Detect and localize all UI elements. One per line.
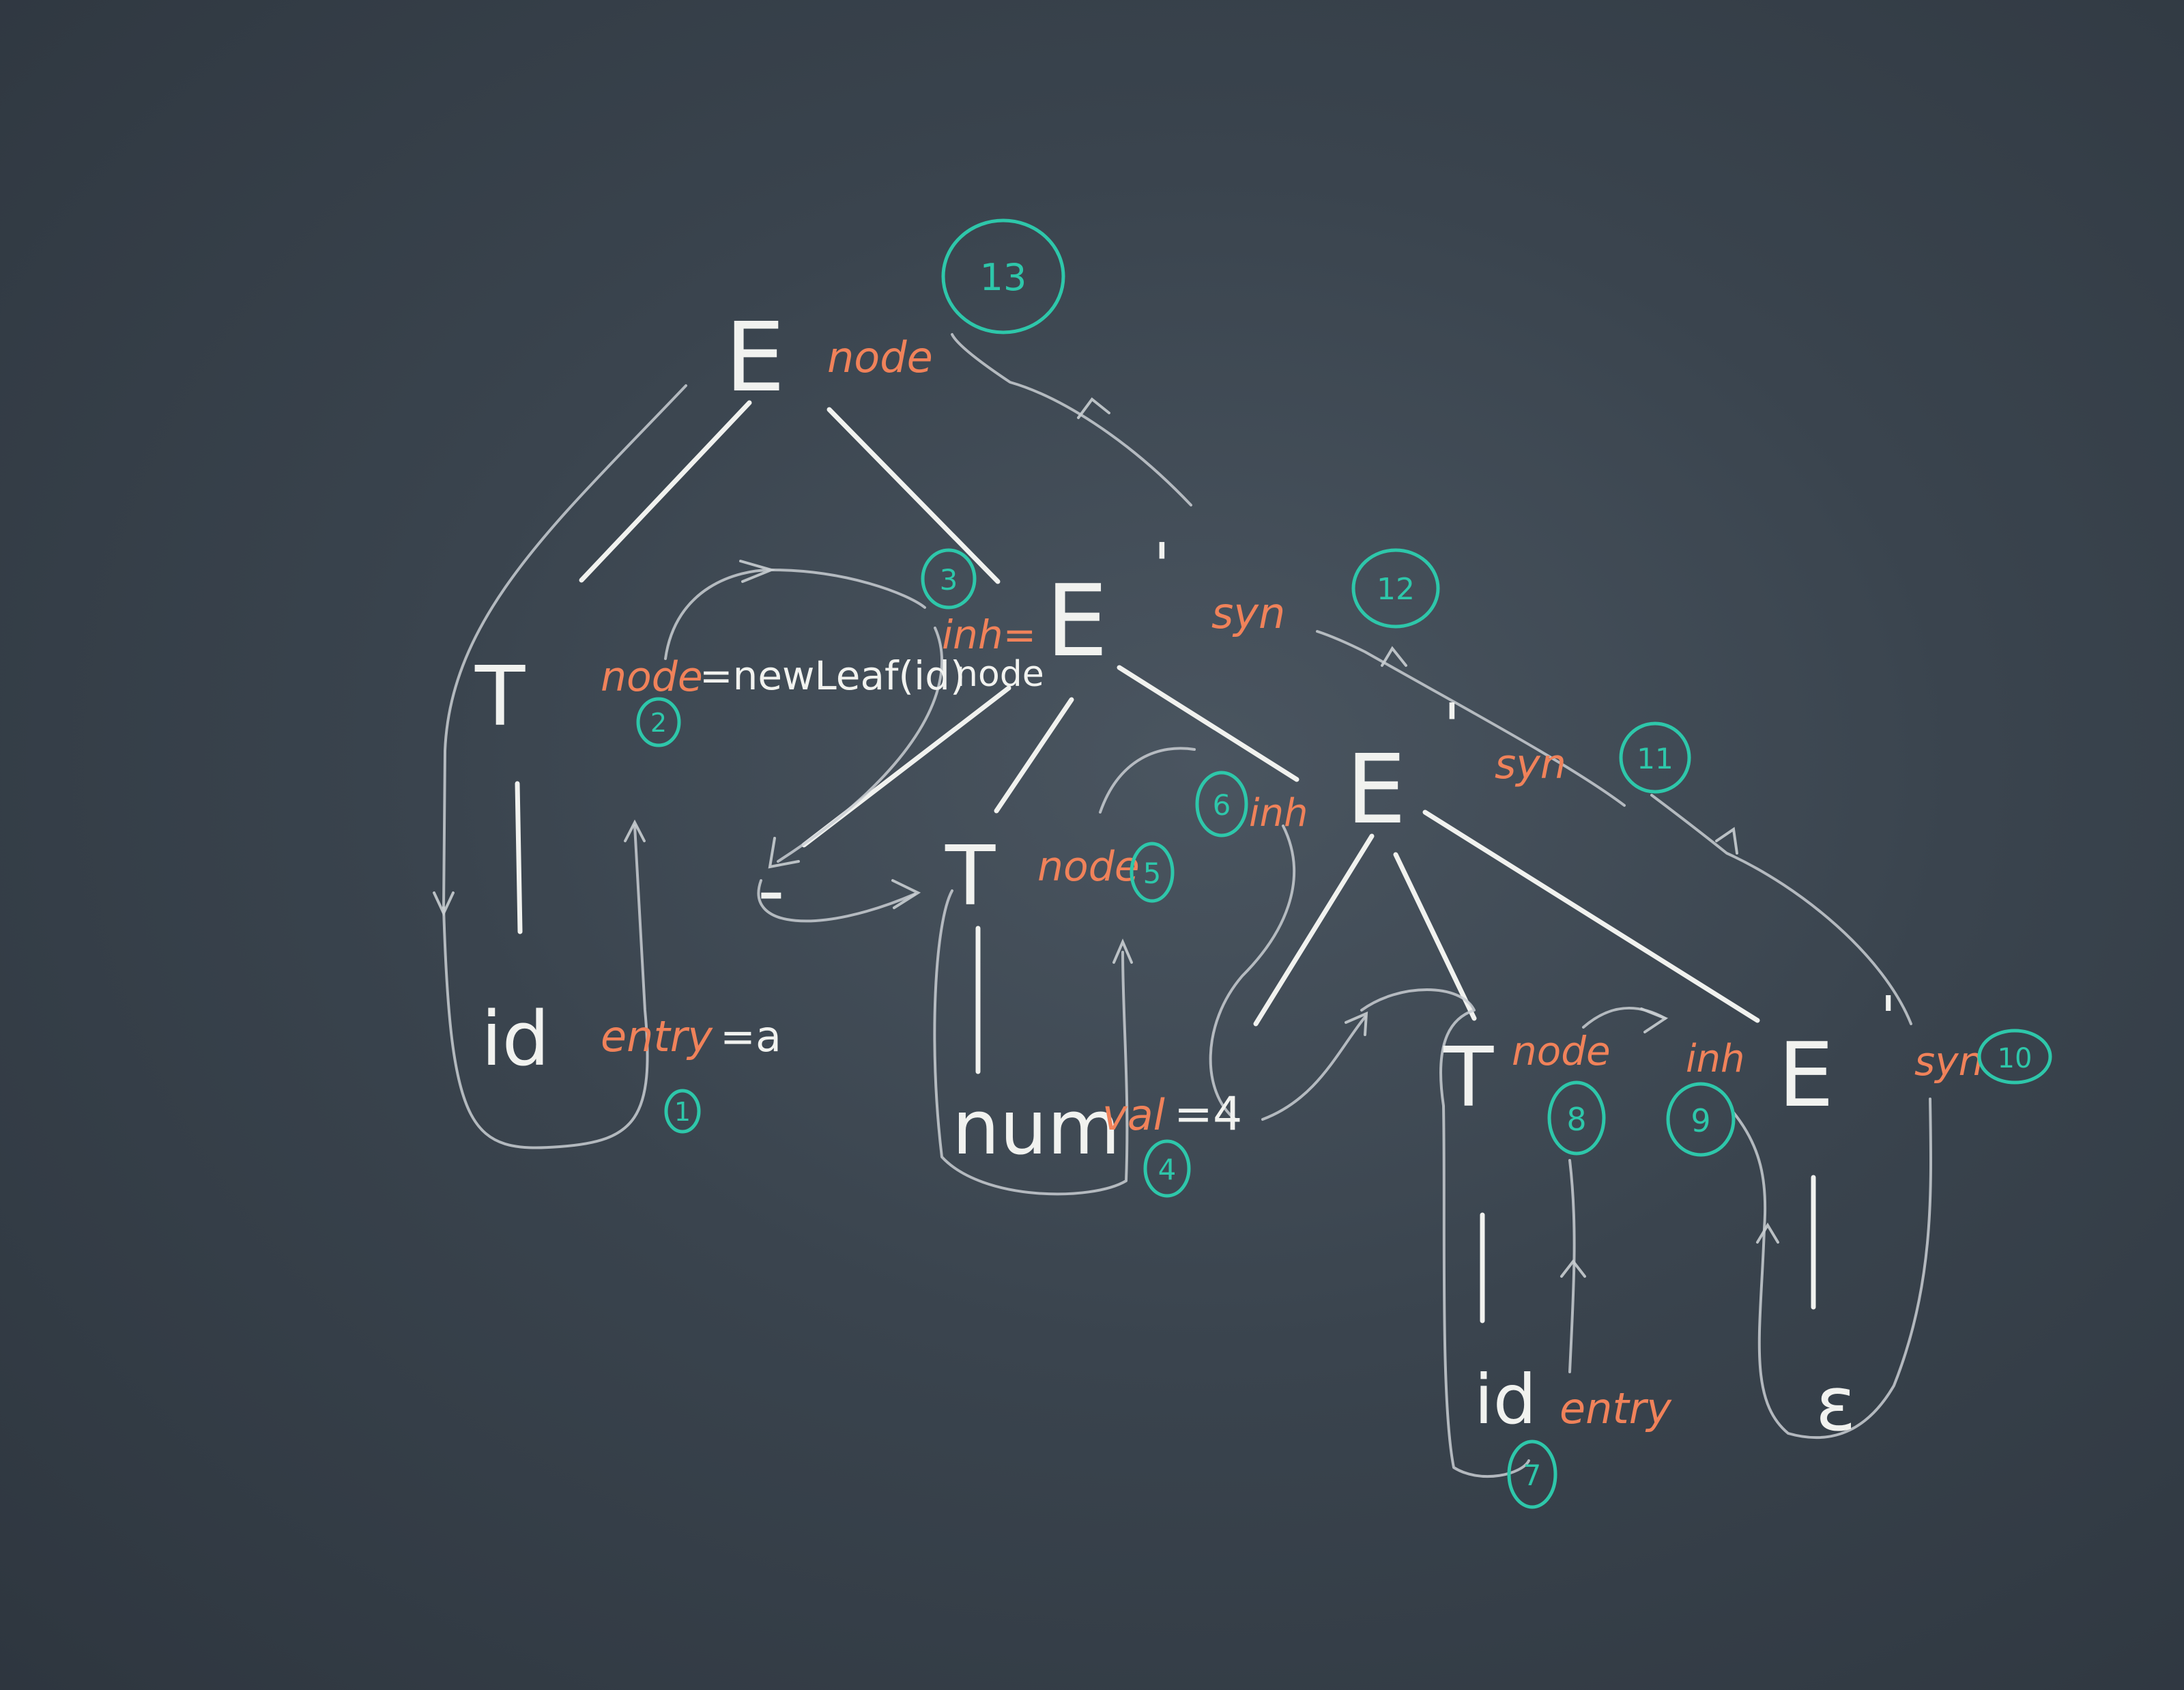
node-T-mid: T	[945, 829, 996, 924]
prime-mark-3: '	[1880, 984, 1896, 1052]
step-8-label: 8	[1566, 1101, 1586, 1138]
edge-T-to-id	[515, 781, 523, 934]
node-id-right: id	[1474, 1360, 1536, 1440]
attribute-labels: node node =newLeaf(id) entry =a inh= nod…	[601, 332, 1983, 1433]
flow-num-val-to-T-right	[1261, 1016, 1366, 1121]
flow-inh6-down	[1209, 825, 1296, 1121]
step-6-label: 6	[1213, 788, 1231, 822]
step-1-label: 1	[674, 1097, 691, 1127]
flow-node5-to-inh6	[1099, 747, 1196, 814]
edge-Eprime1-to-T-mid	[994, 697, 1074, 814]
edge-E-to-T	[579, 400, 752, 583]
node-minus: -	[758, 846, 785, 934]
step-10-label: 10	[1998, 1043, 2032, 1074]
arrowhead-to-T-mid	[891, 879, 921, 909]
step-markers: 1 2 3 4 5 6 7 8 9 10 11 12 13	[636, 218, 2052, 1509]
dependency-flow-lines	[442, 333, 1933, 1478]
attr-newleaf-call: =newLeaf(id)	[700, 653, 966, 699]
step-9-label: 9	[1691, 1102, 1710, 1139]
node-T-left: T	[474, 650, 526, 745]
attr-num-val-value: =4	[1174, 1087, 1242, 1141]
arrowhead-to-T-right	[1345, 1011, 1368, 1036]
arrowhead-to-inh9	[1640, 1007, 1669, 1033]
node-id-left: id	[481, 995, 549, 1083]
flow-root-down-to-id	[442, 384, 687, 909]
attr-e1-syn: syn	[1211, 588, 1285, 638]
flow-syn10-up-to-syn11	[1650, 794, 1912, 1025]
node-T-right: T	[1443, 1031, 1494, 1126]
attr-t-left-node: node	[601, 653, 703, 701]
attr-e1-inh-node: node	[956, 654, 1044, 695]
edge-Eprime2-to-Eprime3	[1422, 810, 1760, 1023]
attr-id-left-value: =a	[720, 1012, 781, 1061]
attr-root-node: node	[827, 332, 933, 382]
node-E-prime-2: E	[1346, 734, 1406, 846]
attr-t-mid-node: node	[1037, 843, 1140, 891]
step-12-label: 12	[1377, 572, 1415, 607]
arrowhead-up-epsilon	[1756, 1222, 1779, 1244]
flow-T-to-inh	[664, 569, 926, 660]
step-11-label: 11	[1637, 742, 1673, 775]
attr-t-right-node: node	[1512, 1028, 1611, 1074]
attr-e3-inh: inh	[1686, 1037, 1745, 1081]
step-5-label: 5	[1143, 857, 1162, 890]
attr-e1-inh: inh=	[942, 612, 1036, 658]
node-E-prime-1: E	[1046, 564, 1108, 679]
step-2-label: 2	[650, 708, 667, 738]
attr-num-val: val	[1102, 1090, 1165, 1140]
step-7-label: 7	[1523, 1459, 1542, 1492]
step-3-label: 3	[940, 563, 958, 597]
step-4-label: 4	[1158, 1153, 1177, 1186]
node-E-root: E	[725, 302, 785, 414]
chalkboard-parse-tree: E T id E ' - T num E ' T id E ' ε node n…	[433, 218, 2052, 1509]
edge-Eprime2-to-left-branch	[1253, 833, 1375, 1027]
node-E-prime-3: E	[1778, 1023, 1834, 1127]
edge-E-to-Eprime1	[827, 407, 1001, 584]
node-num: num	[952, 1084, 1121, 1171]
flow-id-up-to-T	[442, 825, 649, 1149]
attr-id-left-entry: entry	[601, 1012, 713, 1061]
grammar-symbols: E T id E ' - T num E ' T id E ' ε	[474, 302, 1896, 1448]
prime-mark-1: '	[1153, 530, 1170, 602]
arrowhead-up-syn11	[1715, 827, 1738, 855]
node-epsilon: ε	[1815, 1360, 1856, 1448]
attr-e3-syn: syn	[1914, 1038, 1983, 1085]
flow-node8-to-inh9	[1582, 1006, 1667, 1029]
step-13-label: 13	[980, 256, 1027, 299]
attr-e2-syn: syn	[1495, 741, 1566, 788]
attr-e2-inh: inh	[1249, 791, 1308, 835]
prime-mark-2: '	[1443, 691, 1461, 762]
edge-Eprime2-to-T-right	[1393, 852, 1477, 1021]
flow-syn12-up-to-root	[951, 333, 1192, 506]
edge-Eprime1-to-Eprime2	[1117, 665, 1299, 782]
attr-id-right-entry: entry	[1560, 1384, 1672, 1433]
